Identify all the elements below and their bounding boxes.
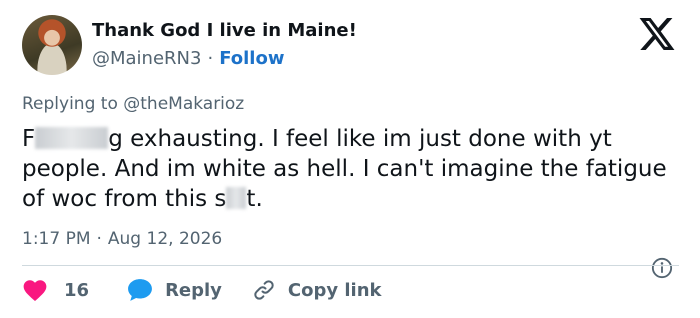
tweet-text-part3: t. [246, 186, 263, 212]
copy-link-button[interactable]: Copy link [252, 278, 382, 302]
reply-context: Replying to @theMakarioz [22, 94, 244, 114]
reply-label: Reply [165, 279, 222, 301]
author-display-name[interactable]: Thank God I live in Maine! [92, 20, 357, 41]
author-handle[interactable]: @MaineRN3 [92, 48, 201, 69]
reply-mention-link[interactable]: @theMakarioz [123, 94, 244, 114]
tweet-text: Fg exhausting. I feel like im just done … [22, 124, 682, 214]
reply-bubble-icon [128, 279, 152, 301]
reply-button[interactable]: Reply [127, 278, 252, 302]
censor-blur [226, 187, 247, 209]
separator-dot: · [96, 229, 102, 249]
separator-dot: · [207, 48, 214, 69]
copy-link-label: Copy link [287, 279, 382, 301]
follow-button[interactable]: Follow [219, 48, 284, 69]
tweet-text-part1: F [22, 126, 36, 152]
info-icon[interactable] [651, 257, 673, 279]
tweet-text-part2: g exhausting. I feel like im just done w… [22, 126, 667, 212]
heart-icon [23, 280, 47, 302]
like-button[interactable]: 16 [22, 278, 127, 302]
like-count: 16 [64, 279, 90, 301]
tweet-timestamp[interactable]: 1:17 PM · Aug 12, 2026 [22, 229, 222, 249]
avatar[interactable] [22, 15, 82, 75]
link-icon [254, 280, 274, 300]
author-handle-row: @MaineRN3 · Follow [92, 48, 284, 69]
reply-context-prefix: Replying to [22, 94, 118, 114]
x-logo-icon[interactable] [638, 18, 676, 50]
action-bar: 16 Reply Copy link [22, 278, 382, 302]
divider [22, 265, 679, 266]
censor-blur [35, 127, 109, 149]
tweet-time: 1:17 PM [22, 229, 91, 249]
tweet-date: Aug 12, 2026 [107, 229, 223, 249]
